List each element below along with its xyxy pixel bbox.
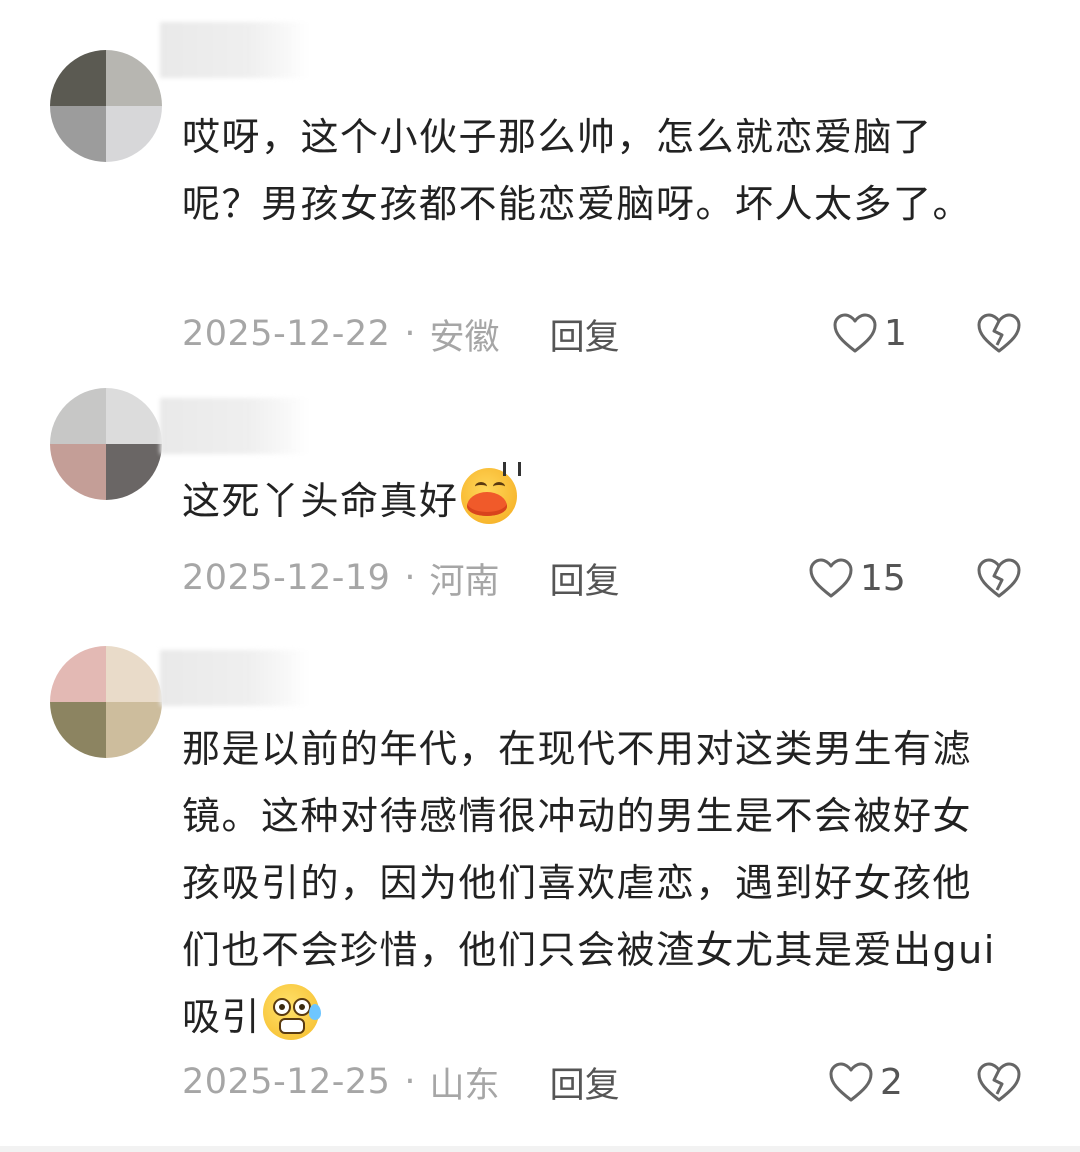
username-blurred[interactable] [160, 650, 310, 706]
dislike-button[interactable] [976, 312, 1022, 354]
heart-icon [833, 313, 877, 353]
meta-separator: · [404, 314, 416, 354]
like-button[interactable]: 2 [828, 1061, 903, 1103]
username-blurred[interactable] [160, 398, 310, 454]
broken-heart-icon [977, 1062, 1021, 1102]
avatar-pixel [50, 444, 106, 500]
avatar-pixel [50, 106, 106, 162]
reply-button[interactable]: 回复 [550, 553, 620, 604]
reply-button[interactable]: 回复 [550, 1057, 620, 1108]
heart-icon [809, 558, 853, 598]
dislike-button[interactable] [976, 557, 1022, 599]
dislike-button[interactable] [976, 1061, 1022, 1103]
comment-location: 河南 [429, 561, 500, 602]
like-button[interactable]: 1 [832, 312, 907, 354]
avatar-pixel [106, 106, 162, 162]
avatar[interactable] [50, 646, 162, 758]
comment-text: 哎呀，这个小伙子那么帅，怎么就恋爱脑了呢？男孩女孩都不能恋爱脑呀。坏人太多了。 [182, 115, 973, 226]
avatar[interactable] [50, 388, 162, 500]
like-count: 2 [880, 1061, 903, 1103]
comment-text-content: 这死丫头命真好 [182, 479, 459, 523]
avatar-pixel [50, 50, 106, 106]
comment-text: 那是以前的年代，在现代不用对这类男生有滤镜。这种对待感情很冲动的男生是不会被好女… [182, 716, 1002, 1051]
avatar-pixel [106, 388, 162, 444]
avatar-pixel [106, 646, 162, 702]
meta-separator: · [404, 558, 416, 598]
comment-location: 安徽 [429, 317, 500, 358]
avatar-pixel [106, 702, 162, 758]
avatar-pixel [50, 702, 106, 758]
username-blurred[interactable] [160, 22, 310, 78]
broken-heart-icon [977, 558, 1021, 598]
avatar[interactable] [50, 50, 162, 162]
avatar-pixel [106, 50, 162, 106]
comment-date: 2025-12-22 [182, 314, 391, 354]
avatar-pixel [106, 444, 162, 500]
reply-button[interactable]: 回复 [550, 309, 620, 360]
avatar-pixel [50, 388, 106, 444]
broken-heart-icon [977, 313, 1021, 353]
bottom-divider [0, 1146, 1080, 1152]
meta-separator: · [404, 1062, 416, 1102]
like-button[interactable]: 15 [808, 557, 906, 599]
shocked-sweat-emoji [263, 984, 322, 1040]
comment-date: 2025-12-25 [182, 1062, 391, 1102]
comment-date: 2025-12-19 [182, 558, 391, 598]
like-count: 15 [860, 557, 906, 599]
avatar-pixel [50, 646, 106, 702]
like-count: 1 [884, 312, 907, 354]
kiss-sweat-emoji [460, 462, 521, 524]
comment-location: 山东 [429, 1065, 500, 1106]
heart-icon [829, 1062, 873, 1102]
comment-text: 这死丫头命真好 [182, 462, 1002, 535]
